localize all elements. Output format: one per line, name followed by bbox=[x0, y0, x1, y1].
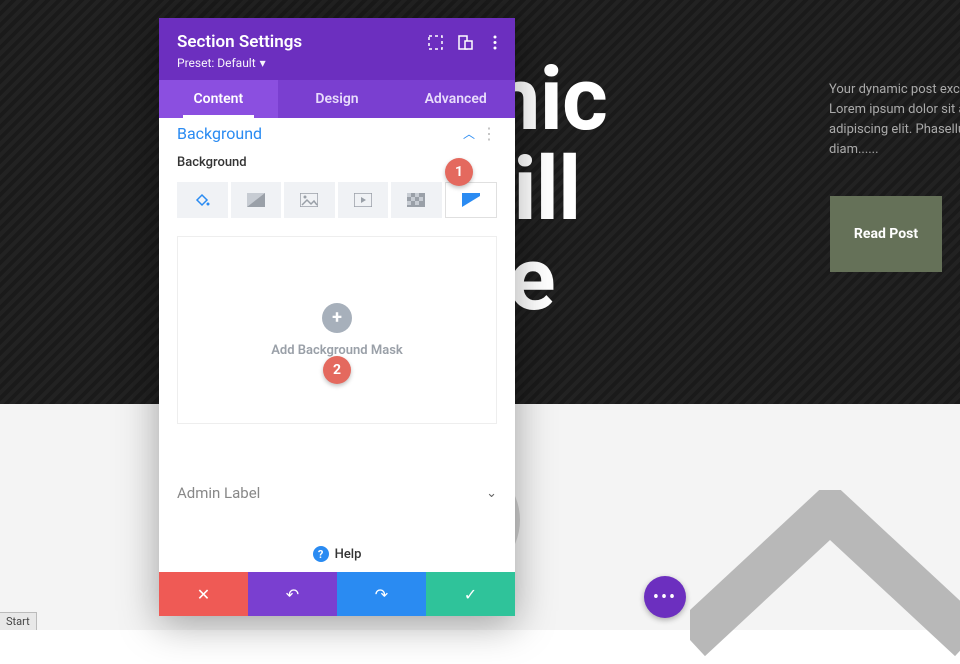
plus-icon: + bbox=[322, 303, 352, 333]
responsive-icon[interactable] bbox=[457, 34, 473, 50]
redo-button[interactable]: ↷ bbox=[337, 572, 426, 616]
read-post-button[interactable]: Read Post bbox=[830, 196, 942, 272]
image-icon bbox=[300, 193, 318, 207]
more-menu-icon[interactable] bbox=[487, 34, 503, 50]
section-settings-panel: Section Settings Preset: Default ▾ Conte… bbox=[159, 18, 515, 616]
panel-footer: ✕ ↶ ↷ ✓ bbox=[159, 572, 515, 616]
undo-button[interactable]: ↶ bbox=[248, 572, 337, 616]
gradient-icon bbox=[247, 193, 265, 207]
background-section-header[interactable]: Background ︿ ⋮ bbox=[159, 118, 515, 151]
add-background-mask-area[interactable]: + Add Background Mask bbox=[177, 236, 497, 424]
preset-selector[interactable]: Preset: Default ▾ bbox=[177, 56, 497, 70]
bg-tab-image[interactable] bbox=[284, 182, 335, 218]
annotation-badge-2: 2 bbox=[323, 356, 351, 384]
background-section-title: Background bbox=[177, 124, 262, 143]
tab-advanced[interactable]: Advanced bbox=[396, 80, 515, 118]
start-label: Start bbox=[6, 615, 30, 628]
tab-content[interactable]: Content bbox=[159, 80, 278, 118]
expand-icon[interactable] bbox=[427, 34, 443, 50]
bg-tab-gradient[interactable] bbox=[231, 182, 282, 218]
mask-icon bbox=[462, 193, 480, 207]
video-icon bbox=[354, 193, 372, 207]
check-icon: ✓ bbox=[464, 585, 477, 604]
caret-down-icon: ▾ bbox=[260, 56, 266, 70]
help-button[interactable]: ? Help bbox=[159, 536, 515, 572]
section-add-fab[interactable]: ••• bbox=[644, 576, 686, 618]
paint-bucket-icon bbox=[193, 191, 211, 209]
panel-header: Section Settings Preset: Default ▾ bbox=[159, 18, 515, 80]
save-button[interactable]: ✓ bbox=[426, 572, 515, 616]
undo-icon: ↶ bbox=[286, 585, 299, 604]
bg-tab-color[interactable] bbox=[177, 182, 228, 218]
start-button[interactable]: Start bbox=[0, 612, 37, 630]
bg-tab-video[interactable] bbox=[338, 182, 389, 218]
ellipsis-icon: ••• bbox=[653, 587, 677, 608]
section-more-icon[interactable]: ⋮ bbox=[481, 124, 497, 143]
admin-label-section[interactable]: Admin Label ⌄ bbox=[159, 470, 515, 516]
close-icon: ✕ bbox=[197, 585, 210, 604]
post-excerpt: Your dynamic post excer Lorem ipsum dolo… bbox=[829, 80, 960, 161]
preset-label: Preset: Default bbox=[177, 56, 256, 70]
collapse-icon[interactable]: ︿ bbox=[463, 125, 475, 142]
cancel-button[interactable]: ✕ bbox=[159, 572, 248, 616]
panel-header-actions bbox=[427, 34, 503, 50]
placeholder-chevron bbox=[690, 490, 960, 660]
read-post-label: Read Post bbox=[854, 226, 918, 242]
help-icon: ? bbox=[313, 546, 329, 562]
annotation-badge-1: 1 bbox=[445, 158, 473, 186]
pattern-icon bbox=[407, 193, 425, 207]
bg-tab-mask[interactable] bbox=[445, 182, 498, 218]
bg-tab-pattern[interactable] bbox=[391, 182, 442, 218]
redo-icon: ↷ bbox=[375, 585, 388, 604]
help-label: Help bbox=[335, 547, 362, 562]
admin-label-title: Admin Label bbox=[177, 484, 260, 502]
chevron-down-icon: ⌄ bbox=[486, 486, 497, 501]
tab-design[interactable]: Design bbox=[278, 80, 397, 118]
panel-tabs: Content Design Advanced bbox=[159, 80, 515, 118]
